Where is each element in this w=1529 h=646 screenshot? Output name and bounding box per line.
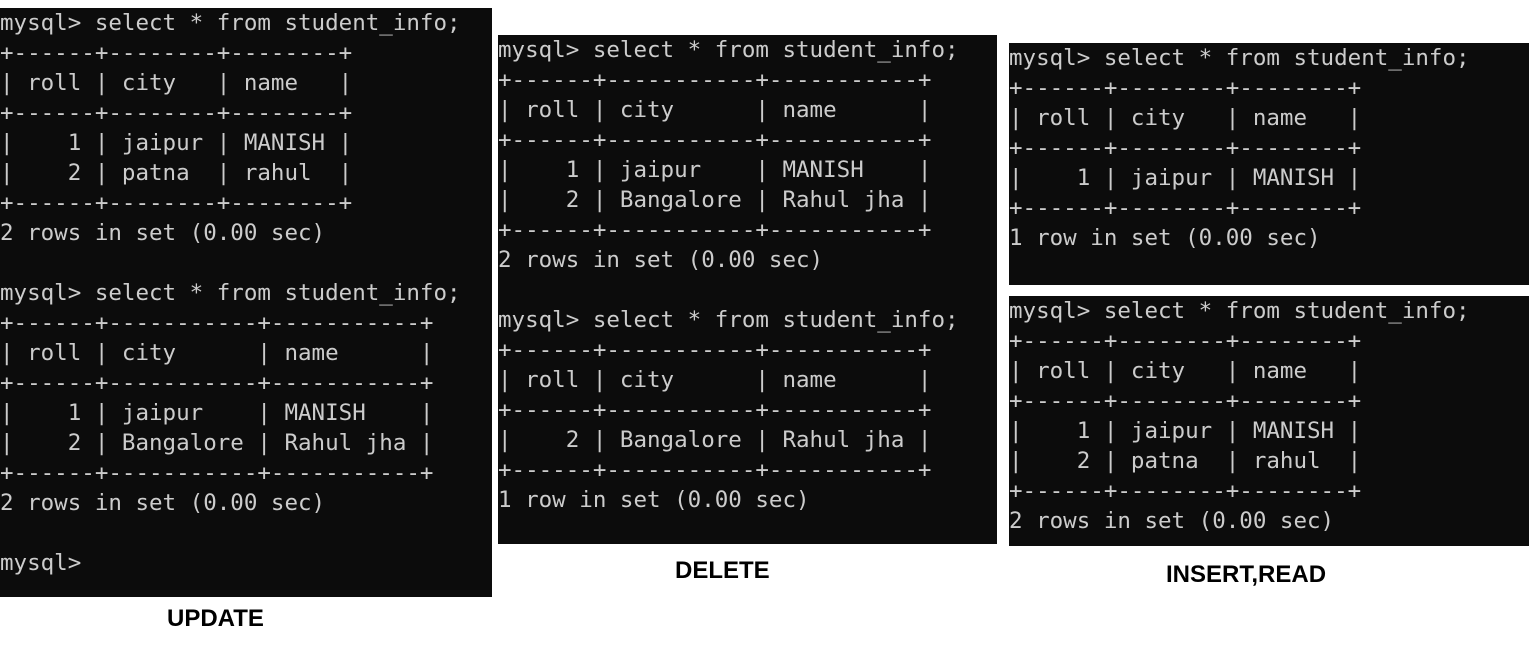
terminal-line: +------+--------+--------+ bbox=[1009, 478, 1362, 504]
terminal-line: | 1 | jaipur | MANISH | bbox=[1009, 418, 1362, 444]
caption-delete: DELETE bbox=[675, 557, 770, 584]
terminal-line: +------+--------+--------+ bbox=[1009, 388, 1362, 414]
terminal-line: +------+--------+--------+ bbox=[1009, 135, 1362, 161]
terminal-line: mysql> select * from student_info; bbox=[1009, 298, 1470, 324]
caption-update: UPDATE bbox=[167, 605, 264, 632]
terminal-line: +------+--------+--------+ bbox=[1009, 75, 1362, 101]
terminal-line: +------+--------+--------+ bbox=[0, 40, 353, 66]
terminal-line: | 1 | jaipur | MANISH | bbox=[0, 400, 434, 426]
terminal-line: mysql> bbox=[0, 550, 82, 576]
terminal-line: +------+-----------+-----------+ bbox=[498, 217, 932, 243]
terminal-line: | 2 | patna | rahul | bbox=[0, 160, 353, 186]
terminal-line: +------+--------+--------+ bbox=[1009, 195, 1362, 221]
terminal-line: | 1 | jaipur | MANISH | bbox=[498, 157, 932, 183]
terminal-line: 2 rows in set (0.00 sec) bbox=[0, 220, 326, 246]
terminal-line: | roll | city | name | bbox=[498, 367, 932, 393]
terminal-line: 1 row in set (0.00 sec) bbox=[1009, 225, 1321, 251]
terminal-line: +------+--------+--------+ bbox=[1009, 328, 1362, 354]
terminal-line: mysql> select * from student_info; bbox=[498, 307, 959, 333]
terminal-line: 2 rows in set (0.00 sec) bbox=[498, 247, 824, 273]
terminal-line: +------+-----------+-----------+ bbox=[0, 460, 434, 486]
terminal-line: +------+-----------+-----------+ bbox=[0, 310, 434, 336]
terminal-update[interactable]: mysql> select * from student_info; +-----… bbox=[0, 8, 492, 597]
terminal-line: +------+-----------+-----------+ bbox=[498, 67, 932, 93]
terminal-line: | 2 | Bangalore | Rahul jha | bbox=[498, 187, 932, 213]
terminal-line: +------+-----------+-----------+ bbox=[498, 457, 932, 483]
terminal-line: | 2 | patna | rahul | bbox=[1009, 448, 1362, 474]
terminal-line: mysql> select * from student_info; bbox=[1009, 45, 1470, 71]
terminal-delete[interactable]: mysql> select * from student_info; +-----… bbox=[498, 35, 997, 544]
terminal-read[interactable]: mysql> select * from student_info; +-----… bbox=[1009, 296, 1529, 546]
terminal-line: +------+-----------+-----------+ bbox=[498, 397, 932, 423]
terminal-line: | roll | city | name | bbox=[498, 97, 932, 123]
terminal-line: mysql> select * from student_info; bbox=[0, 10, 461, 36]
terminal-insert[interactable]: mysql> select * from student_info; +-----… bbox=[1009, 43, 1529, 285]
terminal-line: | roll | city | name | bbox=[0, 70, 353, 96]
terminal-line: | 2 | Bangalore | Rahul jha | bbox=[498, 427, 932, 453]
terminal-line: +------+-----------+-----------+ bbox=[498, 337, 932, 363]
terminal-line: mysql> select * from student_info; bbox=[498, 37, 959, 63]
terminal-line: +------+-----------+-----------+ bbox=[498, 127, 932, 153]
terminal-line: +------+--------+--------+ bbox=[0, 100, 353, 126]
terminal-line: mysql> select * from student_info; bbox=[0, 280, 461, 306]
terminal-line: | 1 | jaipur | MANISH | bbox=[1009, 165, 1362, 191]
terminal-line: +------+--------+--------+ bbox=[0, 190, 353, 216]
terminal-line: 2 rows in set (0.00 sec) bbox=[1009, 508, 1335, 534]
terminal-line: +------+-----------+-----------+ bbox=[0, 370, 434, 396]
terminal-line: | 2 | Bangalore | Rahul jha | bbox=[0, 430, 434, 456]
terminal-line: | roll | city | name | bbox=[0, 340, 434, 366]
terminal-line: 2 rows in set (0.00 sec) bbox=[0, 490, 326, 516]
caption-insert-read: INSERT,READ bbox=[1166, 561, 1327, 588]
terminal-line: | roll | city | name | bbox=[1009, 105, 1362, 131]
terminal-line: | 1 | jaipur | MANISH | bbox=[0, 130, 353, 156]
terminal-line: 1 row in set (0.00 sec) bbox=[498, 487, 810, 513]
terminal-line: | roll | city | name | bbox=[1009, 358, 1362, 384]
